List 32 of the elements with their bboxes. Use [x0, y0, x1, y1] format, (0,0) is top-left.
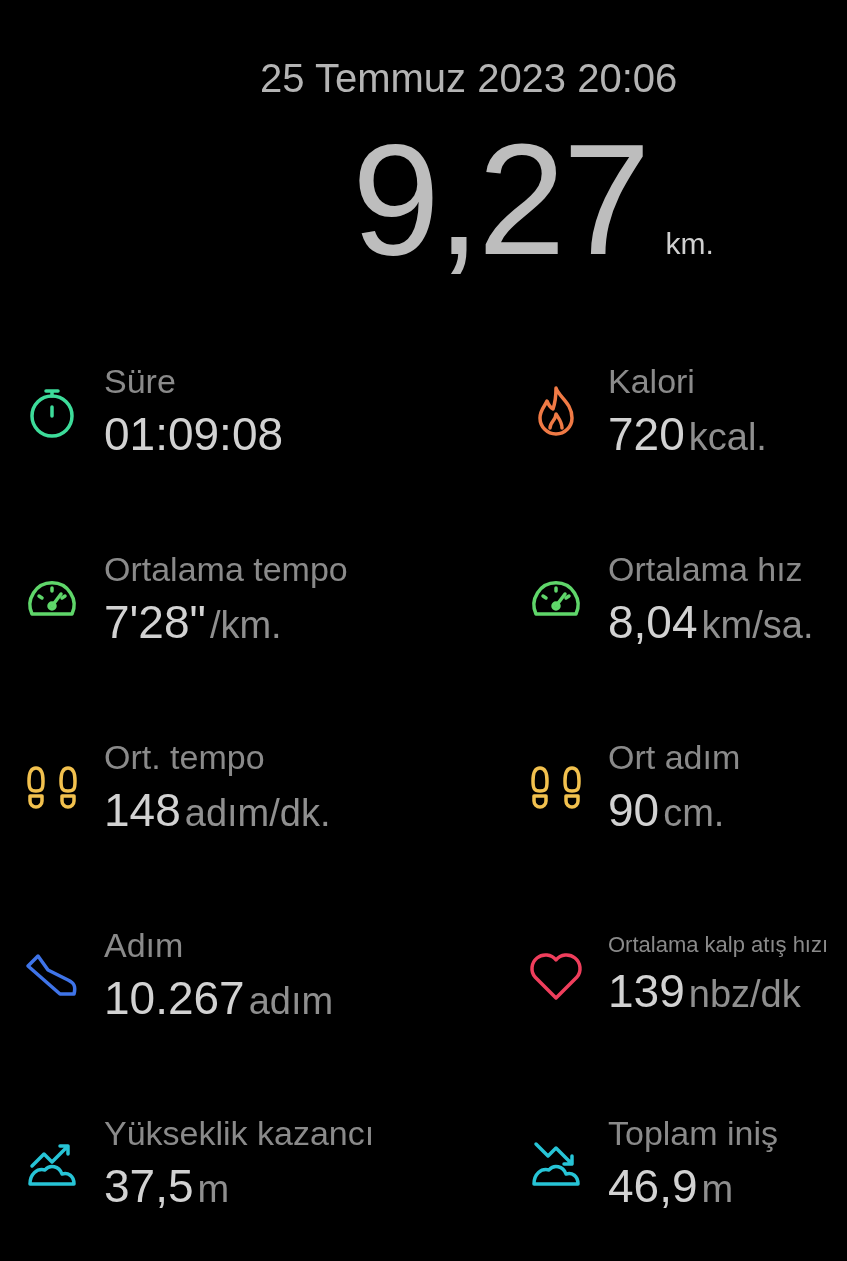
stat-label: Ortalama tempo [104, 549, 348, 590]
date-time: 25 Temmuz 2023 20:06 [259, 55, 679, 102]
stat-label: Ortalama hız [608, 549, 804, 590]
stat-value: 10.267 [104, 971, 245, 1026]
stat-value: 01:09:08 [104, 407, 284, 462]
stat-unit: cm. [663, 792, 725, 835]
stat-label: Toplam iniş [608, 1113, 779, 1154]
distance-unit: km. [665, 227, 714, 261]
stat-value: 37,5 [104, 1159, 194, 1214]
stat-label: Yükseklik kazancı [104, 1113, 375, 1154]
stat-value: 90 [608, 783, 660, 838]
stat-label: Kalori [608, 361, 696, 402]
stat-unit: m [701, 1168, 734, 1211]
stat-unit: kcal. [688, 416, 767, 459]
stat-label: Ort adım [608, 737, 741, 778]
distance-value: 9,27 [352, 110, 648, 289]
stat-value: 720 [608, 407, 685, 462]
stat-value: 7'28" [104, 595, 206, 650]
stat-value: 46,9 [608, 1159, 698, 1214]
stat-value: 148 [104, 783, 181, 838]
stat-value: 139 [608, 964, 685, 1019]
stat-unit: nbz/dk [688, 973, 801, 1016]
stat-unit: adım/dk. [184, 792, 331, 835]
stat-unit: m [197, 1168, 230, 1211]
stat-unit: adım [248, 980, 334, 1023]
stat-label: Ortalama kalp atış hızı [608, 931, 829, 959]
stat-value: 8,04 [608, 595, 698, 650]
stat-unit: km/sa. [701, 604, 814, 647]
stat-label: Ort. tempo [104, 737, 266, 778]
stat-label: Süre [104, 361, 177, 402]
stat-unit: /km. [209, 604, 282, 647]
stat-label: Adım [104, 925, 185, 966]
